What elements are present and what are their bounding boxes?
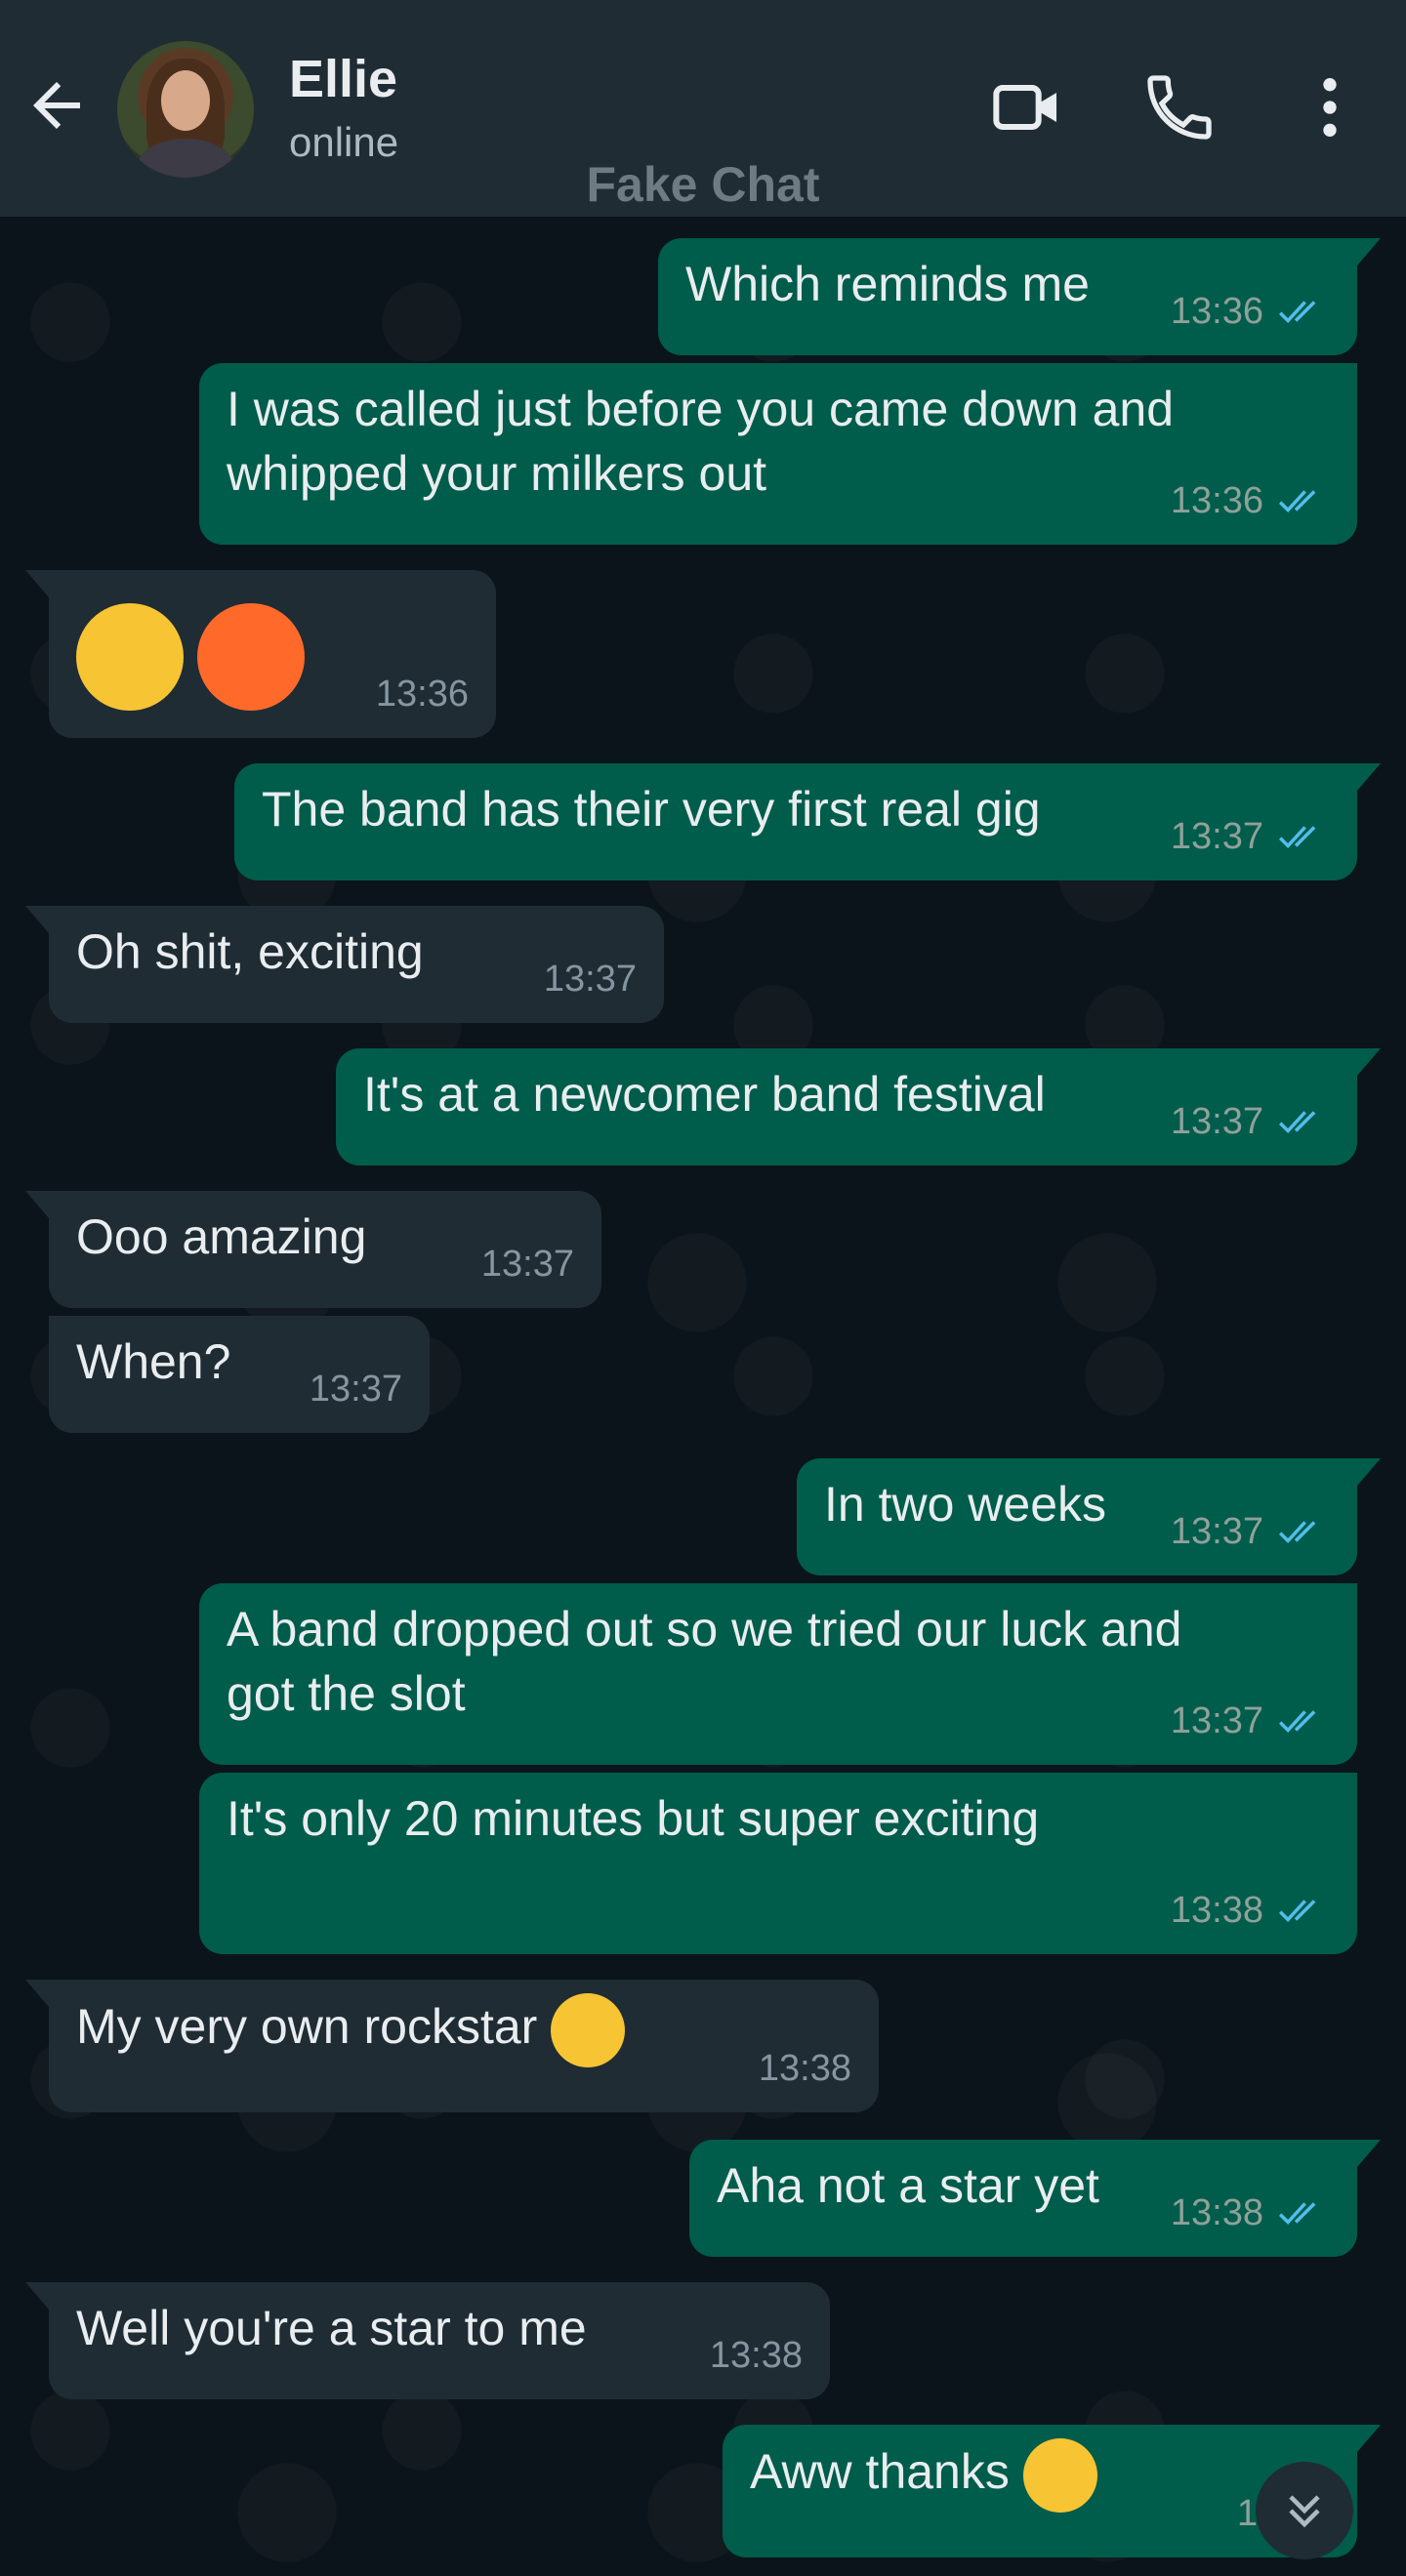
video-call-icon[interactable]: [988, 68, 1066, 146]
more-vertical-icon[interactable]: [1291, 68, 1369, 146]
message-time: 13:37: [543, 959, 637, 1000]
message-incoming[interactable]: When? 13:37: [49, 1316, 430, 1433]
message-time: 13:36: [1170, 291, 1263, 332]
read-ticks-icon: [1278, 1710, 1316, 1734]
kissing-heart-emoji: [1022, 2438, 1097, 2513]
read-ticks-icon: [1278, 826, 1316, 849]
read-ticks-icon: [1278, 301, 1316, 324]
message-time: 13:37: [1170, 816, 1263, 857]
contact-name[interactable]: Ellie: [289, 49, 397, 109]
scroll-to-bottom-button[interactable]: [1256, 2462, 1353, 2559]
message-outgoing[interactable]: The band has their very first real gig 1…: [234, 763, 1381, 880]
message-outgoing[interactable]: I was called just before you came down a…: [199, 363, 1357, 545]
message-time: 13:37: [1170, 1511, 1263, 1552]
watermark-text: Fake Chat: [586, 157, 820, 212]
back-arrow-icon[interactable]: [21, 70, 92, 141]
message-text: The band has their very first real gig: [262, 782, 1041, 837]
message-time: 13:37: [1170, 1101, 1263, 1142]
message-outgoing[interactable]: Which reminds me 13:36: [658, 238, 1381, 355]
message-outgoing[interactable]: Aha not a star yet 13:38: [689, 2140, 1381, 2257]
message-time: 13:36: [375, 674, 469, 715]
message-incoming[interactable]: Well you're a star to me 13:38: [25, 2282, 830, 2399]
message-outgoing[interactable]: It's only 20 minutes but super exciting …: [199, 1773, 1357, 1954]
message-text: My very own rockstar: [76, 1999, 538, 2055]
message-time: 13:38: [758, 2048, 851, 2089]
message-outgoing[interactable]: In two weeks 13:37: [797, 1458, 1381, 1575]
message-outgoing[interactable]: A band dropped out so we tried our luck …: [199, 1583, 1357, 1765]
read-ticks-icon: [1278, 2202, 1316, 2226]
message-text: Well you're a star to me: [76, 2301, 587, 2355]
message-incoming[interactable]: Oh shit, exciting 13:37: [25, 906, 664, 1023]
message-incoming[interactable]: Ooo amazing 13:37: [25, 1191, 601, 1308]
message-text: Aww thanks: [750, 2444, 1010, 2500]
double-chevron-down-icon: [1289, 2495, 1320, 2528]
read-ticks-icon: [1278, 490, 1316, 513]
rolling-on-floor-laughing-emoji: [76, 603, 184, 711]
chat-header: Ellie online Fake Chat: [0, 0, 1406, 217]
message-time: 13:36: [1170, 480, 1263, 521]
message-time: 13:37: [480, 1244, 574, 1285]
message-time: 13:38: [709, 2335, 803, 2376]
message-time: 13:38: [1170, 1890, 1263, 1931]
message-outgoing[interactable]: It's at a newcomer band festival 13:37: [336, 1048, 1381, 1165]
read-ticks-icon: [1278, 1900, 1316, 1923]
message-time: 13:38: [1170, 2192, 1263, 2233]
message-time: 13:37: [309, 1369, 402, 1410]
message-text: It's only 20 minutes but super exciting: [227, 1791, 1040, 1846]
hot-face-emoji: [196, 603, 305, 711]
read-ticks-icon: [1278, 1521, 1316, 1544]
read-ticks-icon: [1278, 1111, 1316, 1134]
phone-icon[interactable]: [1140, 68, 1219, 146]
message-time: 13:37: [1170, 1700, 1263, 1741]
message-incoming[interactable]: My very own rockstar 13:38: [25, 1980, 879, 2112]
heart-eyes-emoji: [551, 1993, 626, 2067]
message-text: A band dropped out so we tried our luck …: [227, 1602, 1182, 1721]
message-incoming[interactable]: 13:36: [25, 570, 496, 738]
message-text: I was called just before you came down a…: [227, 382, 1174, 501]
